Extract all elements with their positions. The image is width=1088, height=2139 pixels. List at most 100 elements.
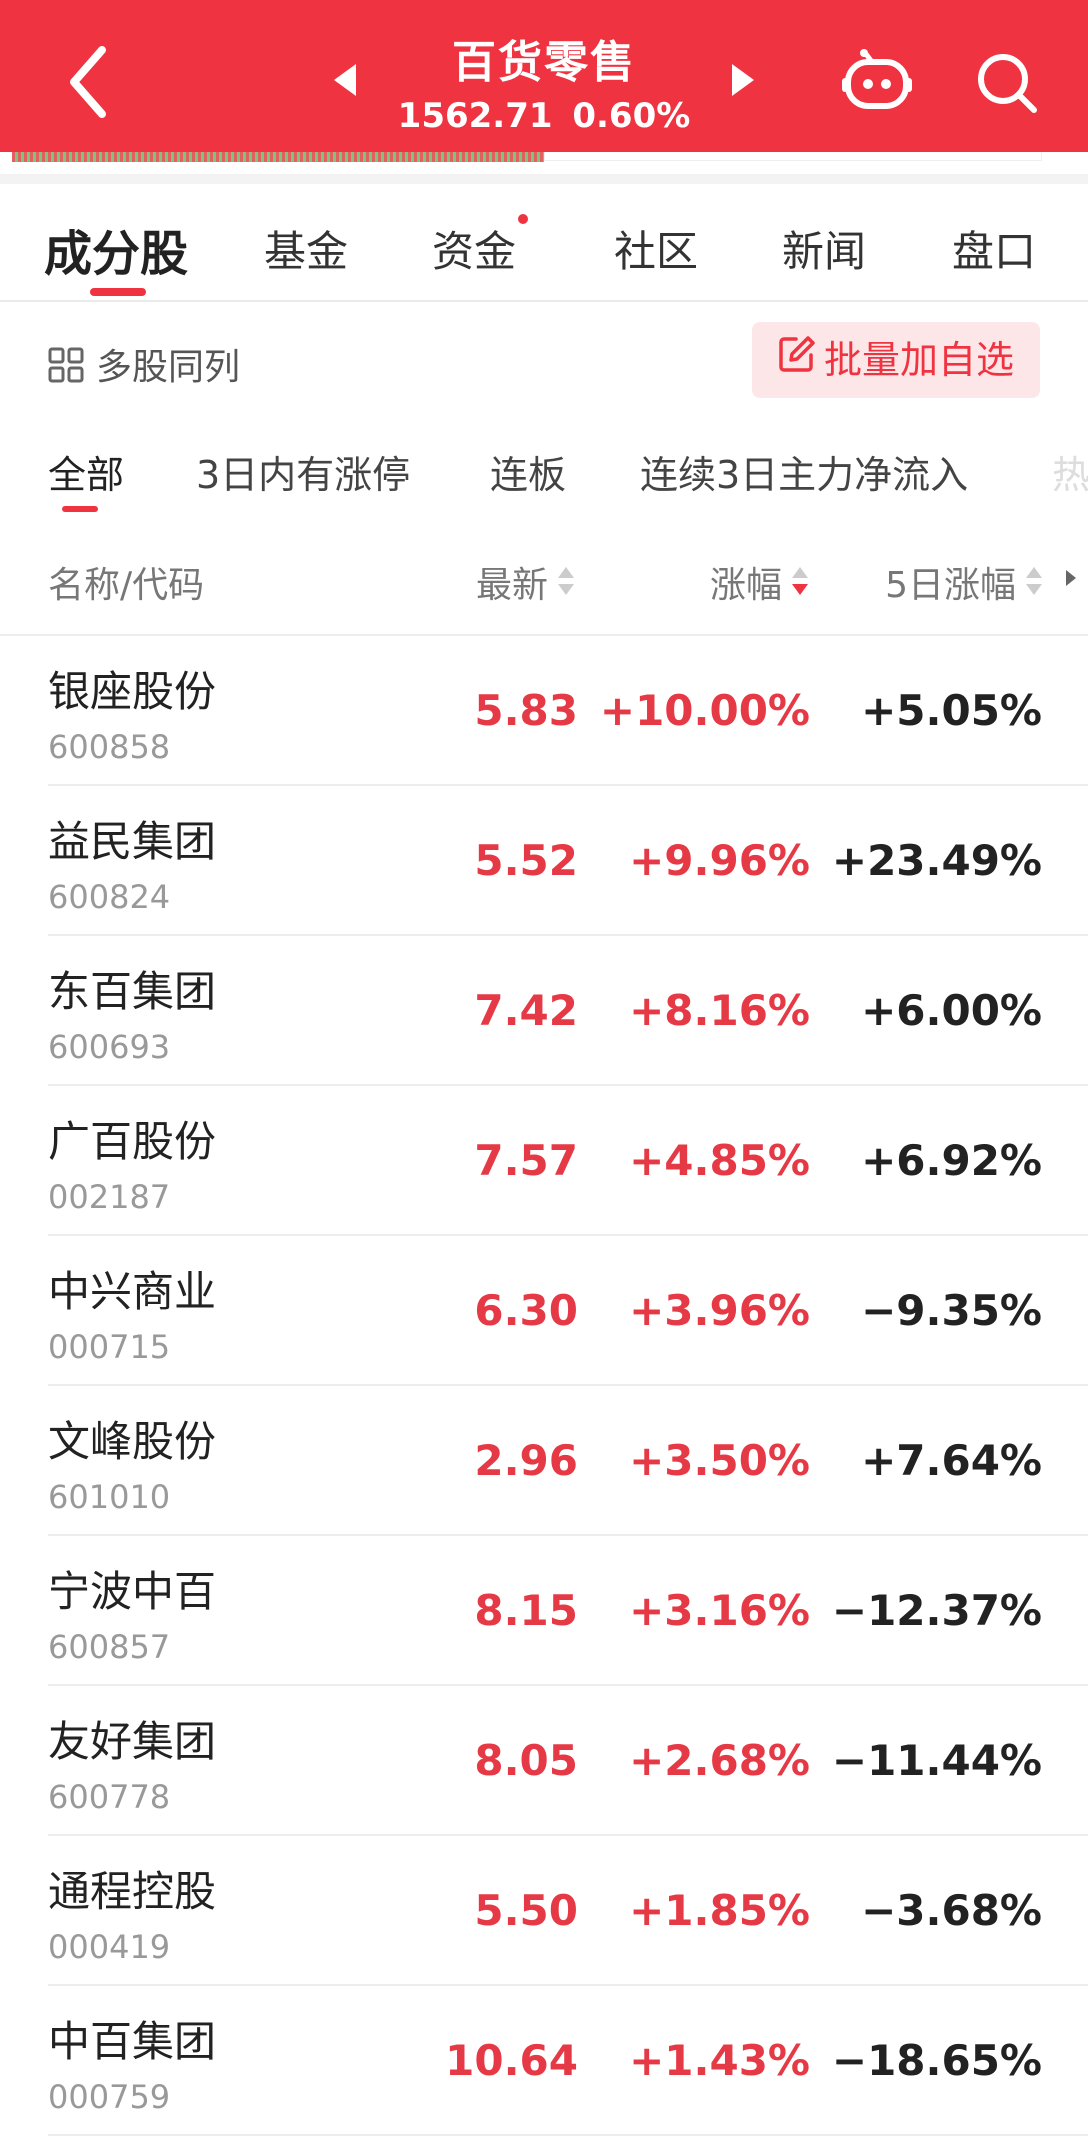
column-price-label: 最新	[475, 565, 548, 606]
volume-bars	[12, 152, 544, 162]
tab-capital-notification-dot	[518, 214, 528, 224]
table-row[interactable]: 中百集团 000759 10.64 +1.43% −18.65%	[0, 1986, 1088, 2136]
filter-hot[interactable]: 热	[1052, 444, 1088, 499]
row-divider	[48, 2134, 1088, 2136]
stock-price: 2.96	[474, 1436, 578, 1485]
stock-change: +1.85%	[629, 1886, 810, 1935]
batch-add-watchlist-button[interactable]: 批量加自选	[752, 322, 1040, 398]
batch-add-label: 批量加自选	[823, 338, 1014, 382]
active-tab-indicator	[90, 288, 146, 296]
table-row[interactable]: 文峰股份 601010 2.96 +3.50% +7.64%	[0, 1386, 1088, 1536]
table-row[interactable]: 通程控股 000419 5.50 +1.85% −3.68%	[0, 1836, 1088, 1986]
sort-icon	[1024, 565, 1044, 606]
stock-name: 通程控股	[48, 1867, 217, 1916]
list-toolbar: 多股同列 批量加自选	[0, 302, 1088, 414]
tab-news[interactable]: 新闻	[782, 218, 866, 279]
stock-change: +3.50%	[629, 1436, 810, 1485]
top-bar: 百货零售 1562.71 0.60%	[0, 0, 1088, 152]
multi-stock-button[interactable]: 多股同列	[48, 338, 240, 392]
tab-orderbook[interactable]: 盘口	[952, 218, 1036, 279]
stock-price: 7.57	[474, 1136, 578, 1185]
stock-code: 600693	[48, 1028, 171, 1066]
stock-name: 广百股份	[48, 1117, 217, 1166]
stock-code: 600857	[48, 1628, 171, 1666]
column-price[interactable]: 最新	[476, 556, 576, 608]
section-gap	[0, 174, 1088, 184]
filter-main-inflow-3d[interactable]: 连续3日主力净流入	[640, 444, 968, 499]
stock-price: 8.15	[474, 1586, 578, 1635]
tab-constituents[interactable]: 成分股	[44, 214, 188, 284]
table-header: 名称/代码 最新 涨幅 5日涨幅	[0, 524, 1088, 636]
table-row[interactable]: 广百股份 002187 7.57 +4.85% +6.92%	[0, 1086, 1088, 1236]
index-value: 1562.71	[397, 96, 553, 136]
stock-price: 10.64	[445, 2036, 578, 2085]
tab-funds[interactable]: 基金	[264, 218, 348, 279]
stock-change: +3.96%	[629, 1286, 810, 1335]
stock-change-5d: +7.64%	[861, 1436, 1042, 1485]
tab-community[interactable]: 社区	[614, 218, 698, 279]
table-row[interactable]: 银座股份 600858 5.83 +10.00% +5.05%	[0, 636, 1088, 786]
stock-code: 600778	[48, 1778, 171, 1816]
stock-change-5d: −3.68%	[861, 1886, 1042, 1935]
stock-change-5d: +5.05%	[861, 686, 1042, 735]
stock-change: +2.68%	[629, 1736, 810, 1785]
tab-capital[interactable]: 资金	[432, 218, 516, 279]
stock-change-5d: −12.37%	[831, 1586, 1042, 1635]
stock-change-5d: +6.92%	[861, 1136, 1042, 1185]
column-change-5d[interactable]: 5日涨幅	[885, 556, 1044, 608]
stock-change-5d: −18.65%	[831, 2036, 1042, 2085]
index-mini-chart	[0, 152, 1088, 174]
stock-name: 益民集团	[48, 817, 217, 866]
stock-name: 友好集团	[48, 1717, 217, 1766]
stock-change-5d: −11.44%	[831, 1736, 1042, 1785]
filter-chips: 全部 3日内有涨停 连板 连续3日主力净流入 热	[0, 414, 1088, 524]
stock-name: 银座股份	[48, 667, 217, 716]
stock-change: +10.00%	[599, 686, 810, 735]
stock-change: +4.85%	[629, 1136, 810, 1185]
column-change[interactable]: 涨幅	[710, 556, 810, 608]
stock-change-5d: +6.00%	[861, 986, 1042, 1035]
filter-limit-up-3d[interactable]: 3日内有涨停	[196, 444, 410, 499]
search-icon[interactable]	[976, 52, 1038, 118]
stock-code: 600858	[48, 728, 171, 766]
stock-name: 中兴商业	[48, 1267, 217, 1316]
stock-code: 000715	[48, 1328, 171, 1366]
table-row[interactable]: 中兴商业 000715 6.30 +3.96% −9.35%	[0, 1236, 1088, 1386]
column-name-code: 名称/代码	[48, 565, 205, 606]
stock-price: 8.05	[474, 1736, 578, 1785]
stock-price: 7.42	[474, 986, 578, 1035]
index-change: 0.60%	[572, 96, 691, 136]
stock-price: 5.83	[474, 686, 578, 735]
page-title: 百货零售	[452, 37, 636, 88]
table-row[interactable]: 宁波中百 600857 8.15 +3.16% −12.37%	[0, 1536, 1088, 1686]
stock-price: 6.30	[474, 1286, 578, 1335]
stock-price: 5.50	[474, 1886, 578, 1935]
stock-code: 002187	[48, 1178, 171, 1216]
stock-change-5d: −9.35%	[861, 1286, 1042, 1335]
column-change-label: 涨幅	[709, 565, 782, 606]
stock-name: 东百集团	[48, 967, 217, 1016]
scroll-right-icon[interactable]	[1064, 568, 1078, 592]
column-change-5d-label: 5日涨幅	[885, 565, 1016, 606]
chart-frame	[544, 152, 1042, 161]
stock-name: 文峰股份	[48, 1417, 217, 1466]
robot-assistant-icon[interactable]	[842, 48, 912, 118]
stock-change-5d: +23.49%	[831, 836, 1042, 885]
edit-icon	[778, 322, 816, 398]
filter-consecutive-limit[interactable]: 连板	[490, 444, 566, 499]
stock-change: +1.43%	[629, 2036, 810, 2085]
index-quote: 1562.71 0.60%	[0, 96, 1088, 136]
stock-change: +9.96%	[629, 836, 810, 885]
multi-stock-label: 多股同列	[96, 347, 241, 388]
stock-code: 601010	[48, 1478, 171, 1516]
filter-all[interactable]: 全部	[48, 444, 124, 499]
next-index-icon[interactable]	[730, 62, 758, 102]
stock-price: 5.52	[474, 836, 578, 885]
table-row[interactable]: 友好集团 600778 8.05 +2.68% −11.44%	[0, 1686, 1088, 1836]
stock-code: 600824	[48, 878, 171, 916]
table-row[interactable]: 东百集团 600693 7.42 +8.16% +6.00%	[0, 936, 1088, 1086]
table-row[interactable]: 益民集团 600824 5.52 +9.96% +23.49%	[0, 786, 1088, 936]
active-filter-indicator	[62, 506, 98, 512]
grid-icon	[48, 347, 84, 392]
stock-code: 000759	[48, 2078, 171, 2116]
